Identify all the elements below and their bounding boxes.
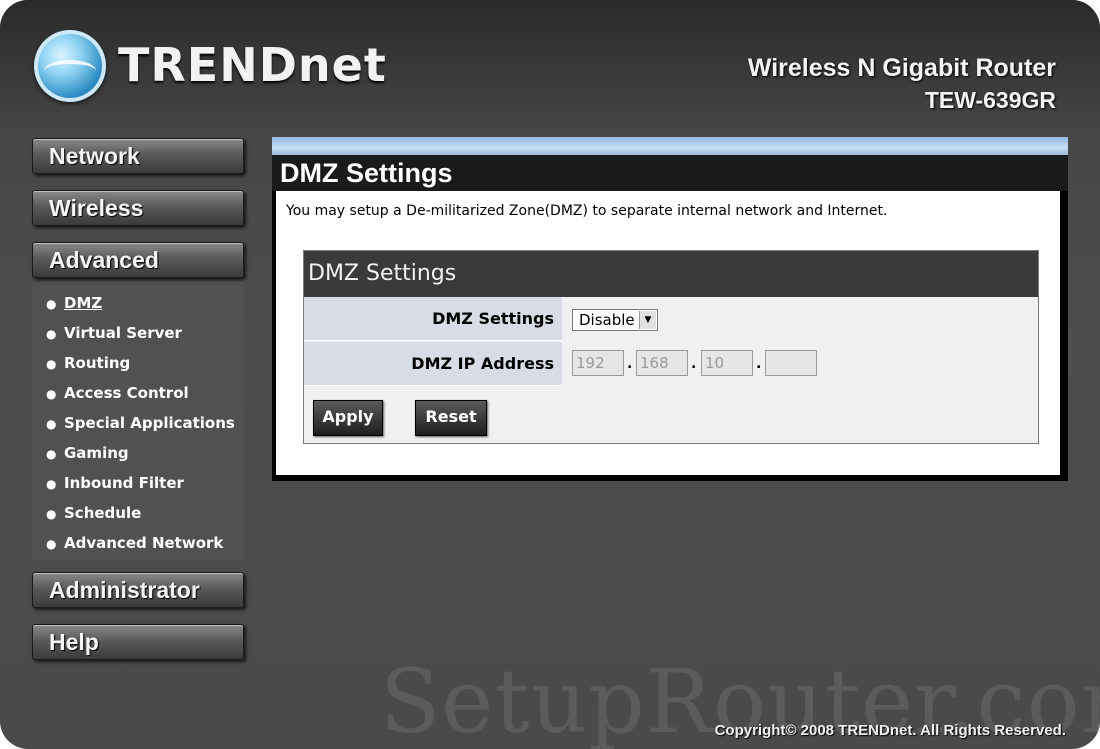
content-body: You may setup a De-militarized Zone(DMZ)… [276,191,1060,475]
ip-octet-1-input[interactable]: 192 [572,350,624,376]
submenu-label: Advanced Network [64,534,224,552]
submenu-item-gaming[interactable]: ● Gaming [32,438,244,468]
bullet-icon: ● [46,507,57,521]
dmz-settings-panel: DMZ Settings DMZ Settings Disable ▼ DMZ … [303,250,1039,444]
nav-wireless-button[interactable]: Wireless [32,190,244,226]
submenu-label: Gaming [64,444,129,462]
bullet-icon: ● [46,447,57,461]
nav-network-button[interactable]: Network [32,138,244,174]
product-info: Wireless N Gigabit Router TEW-639GR [748,54,1056,114]
ip-octet-3-input[interactable]: 10 [701,350,753,376]
dmz-settings-selected-value: Disable [579,311,635,329]
submenu-label: Access Control [64,384,189,402]
ip-separator: . [627,356,633,372]
nav-advanced-button[interactable]: Advanced [32,242,244,278]
sidebar-nav: Network Wireless Advanced ● DMZ ● Virtual … [32,138,248,676]
submenu-item-virtual-server[interactable]: ● Virtual Server [32,318,244,348]
submenu-label: Routing [64,354,131,372]
dmz-settings-row: DMZ Settings Disable ▼ [304,297,1038,342]
ip-octet-2-input[interactable]: 168 [636,350,688,376]
reset-button[interactable]: Reset [415,400,487,436]
dropdown-arrow-icon: ▼ [639,311,656,329]
submenu-label: Virtual Server [64,324,182,342]
submenu-item-routing[interactable]: ● Routing [32,348,244,378]
copyright-text: Copyright© 2008 TRENDnet. All Rights Res… [714,722,1066,739]
logo-text: TRENDnet [118,38,387,92]
submenu-item-special-applications[interactable]: ● Special Applications [32,408,244,438]
submenu-item-schedule[interactable]: ● Schedule [32,498,244,528]
bullet-icon: ● [46,297,57,311]
content-accent-bar [272,137,1068,155]
bullet-icon: ● [46,387,57,401]
nav-administrator-button[interactable]: Administrator [32,572,244,608]
bullet-icon: ● [46,357,57,371]
submenu-label: DMZ [64,294,103,312]
trendnet-logo: TRENDnet [34,30,386,106]
panel-title: DMZ Settings [304,251,1038,297]
dmz-settings-select[interactable]: Disable ▼ [572,309,658,331]
bullet-icon: ● [46,477,57,491]
bullet-icon: ● [46,537,57,551]
page-description: You may setup a De-militarized Zone(DMZ)… [286,203,888,219]
advanced-submenu: ● DMZ ● Virtual Server ● Routing ● Access Co… [32,282,244,560]
content-area: DMZ Settings You may setup a De-militari… [272,137,1068,481]
dmz-ip-label: DMZ IP Address [304,342,562,386]
model-number: TEW-639GR [924,87,1056,113]
submenu-item-access-control[interactable]: ● Access Control [32,378,244,408]
bullet-icon: ● [46,327,57,341]
dmz-settings-label: DMZ Settings [304,297,562,341]
ip-separator: . [691,356,697,372]
ip-separator: . [756,356,762,372]
header: TRENDnet Wireless N Gigabit Router TEW-6… [0,0,1100,128]
nav-help-button[interactable]: Help [32,624,244,660]
submenu-item-dmz[interactable]: ● DMZ [32,288,244,318]
page-title: DMZ Settings [272,155,1068,191]
submenu-label: Inbound Filter [64,474,184,492]
submenu-label: Schedule [64,504,142,522]
globe-logo-icon [34,30,106,102]
submenu-item-advanced-network[interactable]: ● Advanced Network [32,528,244,558]
submenu-item-inbound-filter[interactable]: ● Inbound Filter [32,468,244,498]
dmz-ip-row: DMZ IP Address 192 . 168 . 10 . [304,342,1038,387]
bullet-icon: ● [46,417,57,431]
apply-button[interactable]: Apply [313,400,383,436]
ip-octet-4-input[interactable] [765,350,817,376]
submenu-label: Special Applications [64,414,235,432]
product-name: Wireless N Gigabit Router [747,54,1056,82]
router-admin-frame: TRENDnet Wireless N Gigabit Router TEW-6… [0,0,1100,749]
